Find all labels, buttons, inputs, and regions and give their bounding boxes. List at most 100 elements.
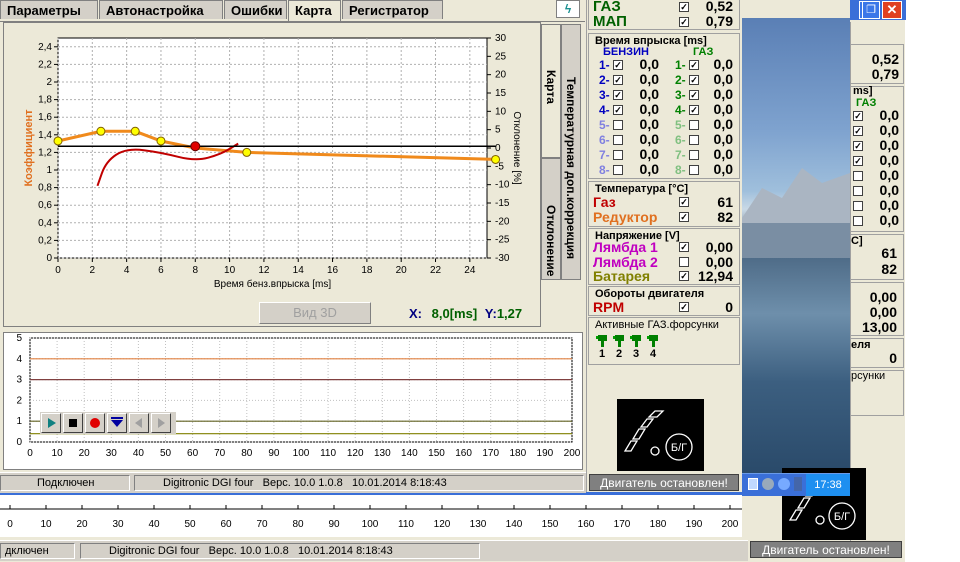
gas-injector-checkbox[interactable]: ✓ [689,90,699,100]
x-tick-label: 12 [258,265,270,276]
lambda2-checkbox[interactable] [679,257,689,267]
back-injector-suffix: рсунки [851,370,886,382]
petrol-injector-checkbox[interactable]: ✓ [613,90,623,100]
petrol-injector-checkbox[interactable] [613,120,623,130]
tray-battery-icon[interactable] [794,477,802,491]
voltage-group: Напряжение [V] Лямбда 1 ✓ 0,00 Лямбда 2 … [588,228,740,285]
back-restore-button[interactable]: ❐ [862,1,880,19]
back-status-device-name: Digitronic DGI four [109,545,200,557]
gas-injector-indicator: 4 [646,333,662,363]
back-gas-checkbox[interactable]: ✓ [853,141,863,151]
back-step-button[interactable] [129,413,149,433]
tab-map[interactable]: Карта [288,0,341,21]
petrol-injector-number: 2- [599,73,610,87]
temp-reducer-checkbox[interactable]: ✓ [679,212,689,222]
petrol-injector-checkbox[interactable] [613,165,623,175]
logger-x-tick-label: 40 [133,448,145,459]
logger-x-tick-label: 80 [241,448,253,459]
back-axis-tick-label: 150 [542,519,559,530]
logger-x-tick-label: 10 [52,448,64,459]
tray-network-icon[interactable] [748,478,758,490]
back-gas-checkbox[interactable]: ✓ [853,111,863,121]
logger-x-tick-label: 140 [401,448,418,459]
petrol-injector-number: 6- [599,133,610,147]
view-3d-button[interactable]: Вид 3D [259,302,371,324]
gas-injector-value: 0,0 [713,131,733,147]
y2-tick-label: 5 [495,125,501,136]
logger-x-tick-label: 30 [106,448,118,459]
gas-injector-checkbox[interactable] [689,150,699,160]
tray-clock[interactable]: 17:38 [806,474,850,496]
map-point[interactable] [242,147,252,157]
petrol-injector-checkbox[interactable] [613,135,623,145]
back-gas-value: 0,0 [879,167,899,183]
tray-speaker-icon[interactable] [762,478,774,490]
stop-button[interactable] [63,413,83,433]
petrol-injector-value: 0,0 [639,146,659,162]
map-point[interactable] [491,154,501,164]
back-gas-checkbox[interactable] [853,216,863,226]
petrol-injector-checkbox[interactable]: ✓ [613,105,623,115]
logger-y-tick-label: 1 [16,416,22,427]
back-temp-group: С] 61 82 [850,234,904,280]
gas-injector-checkbox[interactable] [689,165,699,175]
gas-injector-value: 0,0 [713,101,733,117]
injector-number: 1 [599,348,606,360]
y-tick-label: 0,4 [38,218,52,229]
gas-injector-checkbox[interactable]: ✓ [689,105,699,115]
tab-logger[interactable]: Регистратор [342,0,443,19]
plot-area[interactable] [57,37,488,259]
rpm-label: RPM [593,299,625,315]
petrol-injector-checkbox[interactable]: ✓ [613,75,623,85]
side-tab-map[interactable]: Карта [541,24,561,158]
y2-tick-label: 0 [495,143,501,154]
record-button[interactable] [85,413,105,433]
back-gas-checkbox[interactable] [853,171,863,181]
y-tick-label: 1,2 [38,147,52,158]
back-gas-checkbox[interactable]: ✓ [853,126,863,136]
tray-sync-icon[interactable] [778,478,790,490]
petrol-injector-number: 3- [599,88,610,102]
y-tick-label: 0,8 [38,183,52,194]
battery-checkbox[interactable]: ✓ [679,271,689,281]
lambda1-checkbox[interactable]: ✓ [679,242,689,252]
y-tick-label: 0,2 [38,235,52,246]
petrol-injector-checkbox[interactable]: ✓ [613,60,623,70]
petrol-injector-checkbox[interactable] [613,150,623,160]
temp-gas-checkbox[interactable]: ✓ [679,197,689,207]
gas-injector-checkbox[interactable]: ✓ [689,75,699,85]
side-tab-deviation[interactable]: Отклонение [541,158,561,280]
y-tick-label: 0,6 [38,200,52,211]
selected-map-point[interactable] [190,141,201,152]
rpm-checkbox[interactable]: ✓ [679,302,689,312]
lightning-button[interactable]: ϟ [556,0,580,18]
y2-tick-label: 25 [495,51,507,62]
logger-y-tick-label: 3 [16,375,22,386]
map-point[interactable] [130,126,140,136]
top-gas-checkbox[interactable]: ✓ [679,2,689,12]
map-point[interactable] [96,126,106,136]
injector-number: 3 [633,348,640,360]
save-log-button[interactable] [107,413,127,433]
gas-injector-number: 7- [675,148,686,162]
top-map-checkbox[interactable]: ✓ [679,17,689,27]
side-tab-temperature-correction[interactable]: Температурная доп.коррекция [561,24,581,280]
gas-injector-checkbox[interactable] [689,135,699,145]
map-point[interactable] [156,136,166,146]
forward-step-button[interactable] [151,413,171,433]
gas-injector-value: 0,0 [713,116,733,132]
y2-tick-label: 20 [495,70,507,81]
y2-axis-label: Отклонение [%] [511,111,522,185]
back-gas-checkbox[interactable] [853,201,863,211]
tab-parameters[interactable]: Параметры [0,0,98,19]
tab-autotuning[interactable]: Автонастройка [99,0,223,19]
back-close-button[interactable]: ✕ [882,1,902,19]
gas-injector-checkbox[interactable]: ✓ [689,60,699,70]
back-gas-checkbox[interactable]: ✓ [853,156,863,166]
tab-errors[interactable]: Ошибки [224,0,287,19]
back-ms-label: ms] [853,85,873,97]
play-button[interactable] [41,413,61,433]
map-point[interactable] [53,136,63,146]
gas-injector-checkbox[interactable] [689,120,699,130]
back-gas-checkbox[interactable] [853,186,863,196]
